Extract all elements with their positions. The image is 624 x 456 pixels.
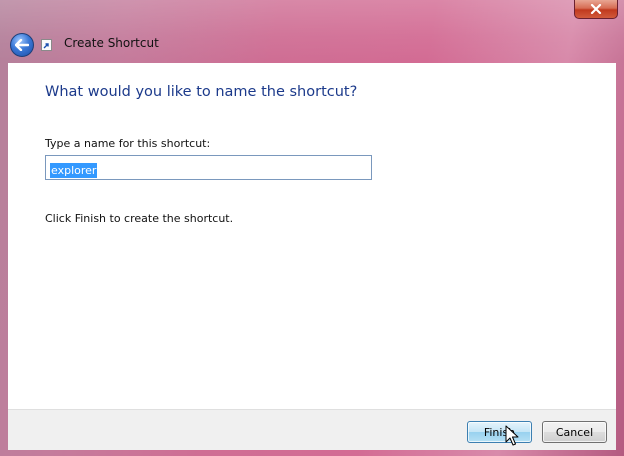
back-button[interactable] — [10, 33, 34, 57]
shortcut-icon — [41, 39, 52, 51]
mouse-cursor-icon — [505, 425, 519, 446]
page-heading: What would you like to name the shortcut… — [45, 84, 358, 100]
close-x-icon — [590, 4, 602, 14]
shortcut-name-input[interactable]: explorer — [45, 155, 372, 180]
title-bar-glass — [0, 0, 624, 60]
content-area: What would you like to name the shortcut… — [8, 63, 616, 409]
instruction-text: Click Finish to create the shortcut. — [45, 212, 234, 225]
shortcut-name-value: explorer — [50, 163, 98, 178]
button-bar: Finish Cancel — [8, 409, 616, 450]
close-button[interactable] — [574, 0, 618, 19]
back-arrow-icon — [15, 39, 29, 51]
cancel-button[interactable]: Cancel — [542, 421, 607, 443]
create-shortcut-window: Create Shortcut What would you like to n… — [0, 0, 624, 456]
shortcut-name-label: Type a name for this shortcut: — [45, 137, 211, 150]
finish-button[interactable]: Finish — [467, 421, 532, 443]
window-title: Create Shortcut — [64, 36, 159, 50]
